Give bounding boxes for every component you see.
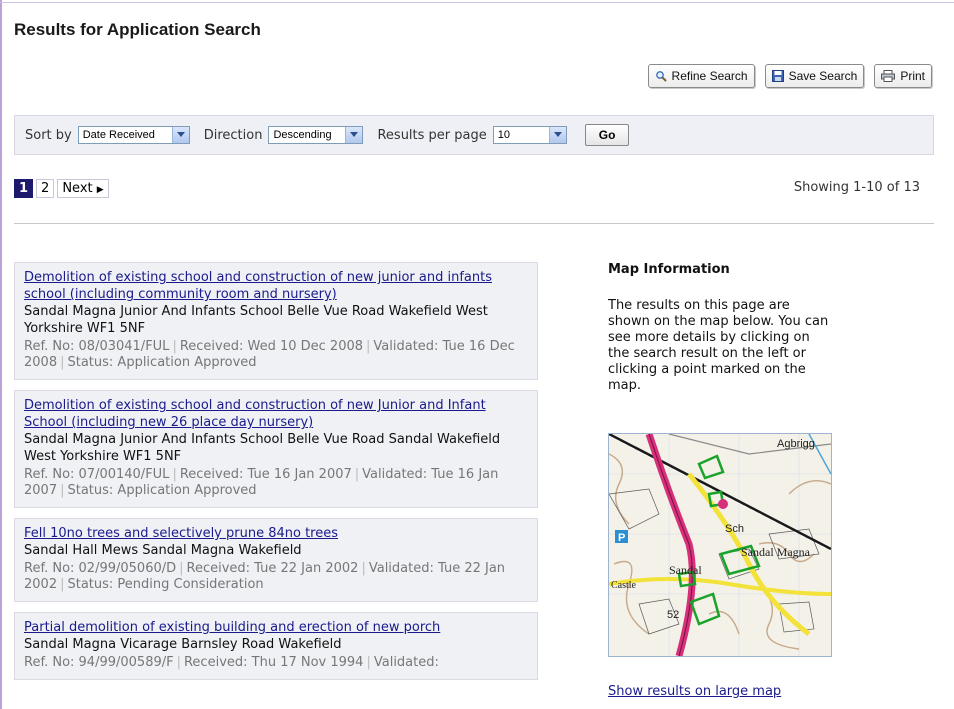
result-ref: Ref. No: 07/00140/FUL	[24, 467, 170, 482]
result-received: Received: Tue 16 Jan 2007	[179, 467, 352, 482]
results-map[interactable]: P Agbrigg Sch Sandal Magna Sandal Castle…	[608, 433, 832, 657]
result-address: Sandal Hall Mews Sandal Magna Wakefield	[24, 543, 302, 558]
result-address: Sandal Magna Junior And Infants School B…	[24, 304, 488, 336]
results-per-page-label: Results per page	[377, 127, 487, 143]
result-received: Received: Thu 17 Nov 1994	[183, 655, 364, 670]
result-address: Sandal Magna Vicarage Barnsley Road Wake…	[24, 637, 342, 652]
map-label-spot-height: 52	[667, 609, 679, 621]
caret-right-icon: ▶	[96, 185, 104, 195]
printer-icon	[881, 70, 896, 82]
page-link-current[interactable]: 1	[14, 179, 34, 198]
map-label-sandal: Sandal	[669, 563, 702, 577]
page-top-border	[0, 2, 954, 3]
map-image[interactable]: P Agbrigg Sch Sandal Magna Sandal Castle…	[609, 434, 831, 656]
map-info-text: The results on this page are shown on th…	[608, 298, 829, 393]
result-validated: Validated:	[373, 655, 439, 670]
result-title-link[interactable]: Fell 10no trees and selectively prune 84…	[24, 525, 528, 542]
print-label: Print	[900, 69, 925, 83]
refine-search-button[interactable]: Refine Search	[647, 64, 755, 88]
magnifier-icon	[655, 70, 667, 82]
save-search-label: Save Search	[788, 69, 858, 83]
results-count: Showing 1-10 of 13	[793, 180, 920, 195]
chevron-down-icon[interactable]	[548, 127, 566, 143]
result-status: Status: Application Approved	[67, 355, 257, 370]
result-card: Demolition of existing school and constr…	[14, 262, 538, 380]
result-title-link[interactable]: Partial demolition of existing building …	[24, 619, 528, 636]
sort-bar: Sort by Date Received Direction Descendi…	[14, 115, 934, 155]
page-left-border	[0, 0, 2, 709]
result-address: Sandal Magna Junior And Infants School B…	[24, 432, 501, 464]
result-meta: Ref. No: 02/99/05060/D | Received: Tue 22 …	[24, 561, 506, 592]
map-info-heading: Map Information	[608, 262, 730, 277]
large-map-link[interactable]: Show results on large map	[608, 684, 781, 699]
print-button[interactable]: Print	[874, 64, 932, 88]
direction-label: Direction	[203, 127, 263, 143]
page-link[interactable]: 2	[36, 179, 55, 198]
next-label: Next	[62, 181, 93, 196]
sort-by-value: Date Received	[82, 129, 155, 141]
map-label-sandal-magna: Sandal Magna	[741, 545, 811, 559]
map-label-agbrigg: Agbrigg	[777, 438, 815, 450]
map-info-panel: Map Information The results on this page…	[608, 262, 848, 394]
map-label-parking: P	[618, 532, 625, 544]
result-title-link[interactable]: Demolition of existing school and constr…	[24, 269, 528, 303]
result-ref: Ref. No: 08/03041/FUL	[24, 339, 170, 354]
results-list: Demolition of existing school and constr…	[14, 262, 538, 690]
result-status: Status: Application Approved	[67, 483, 257, 498]
result-received: Received: Wed 10 Dec 2008	[179, 339, 364, 354]
floppy-disk-icon	[771, 70, 784, 82]
result-card: Partial demolition of existing building …	[14, 612, 538, 680]
result-meta: Ref. No: 07/00140/FUL | Received: Tue 16 J…	[24, 467, 499, 498]
sort-by-select[interactable]: Date Received	[77, 126, 190, 144]
chevron-down-icon[interactable]	[345, 127, 363, 143]
direction-value: Descending	[273, 129, 332, 141]
action-toolbar: Refine Search Save Search Print	[647, 64, 932, 88]
divider	[14, 223, 934, 224]
next-page-link[interactable]: Next ▶	[57, 179, 109, 198]
pagination: 1 2 Next ▶	[14, 179, 109, 198]
result-meta: Ref. No: 08/03041/FUL | Received: Wed 10 D…	[24, 339, 515, 370]
chevron-down-icon[interactable]	[171, 127, 189, 143]
go-button[interactable]: Go	[584, 124, 630, 146]
save-search-button[interactable]: Save Search	[764, 64, 865, 88]
map-label-sch: Sch	[725, 523, 744, 535]
page-title: Results for Application Search	[14, 20, 261, 39]
results-per-page-value: 10	[497, 129, 510, 141]
result-card: Fell 10no trees and selectively prune 84…	[14, 518, 538, 602]
result-ref: Ref. No: 02/99/05060/D	[24, 561, 177, 576]
map-label-castle: Castle	[611, 580, 637, 591]
results-per-page-select[interactable]: 10	[492, 126, 567, 144]
result-received: Received: Tue 22 Jan 2002	[186, 561, 359, 576]
result-card: Demolition of existing school and constr…	[14, 390, 538, 508]
refine-search-label: Refine Search	[671, 69, 748, 83]
result-status: Status: Pending Consideration	[67, 577, 264, 592]
direction-select[interactable]: Descending	[268, 126, 364, 144]
result-ref: Ref. No: 94/99/00589/F	[24, 655, 174, 670]
sort-by-label: Sort by	[25, 127, 72, 143]
result-title-link[interactable]: Demolition of existing school and constr…	[24, 397, 528, 431]
result-meta: Ref. No: 94/99/00589/F | Received: Thu 17 …	[24, 655, 439, 670]
